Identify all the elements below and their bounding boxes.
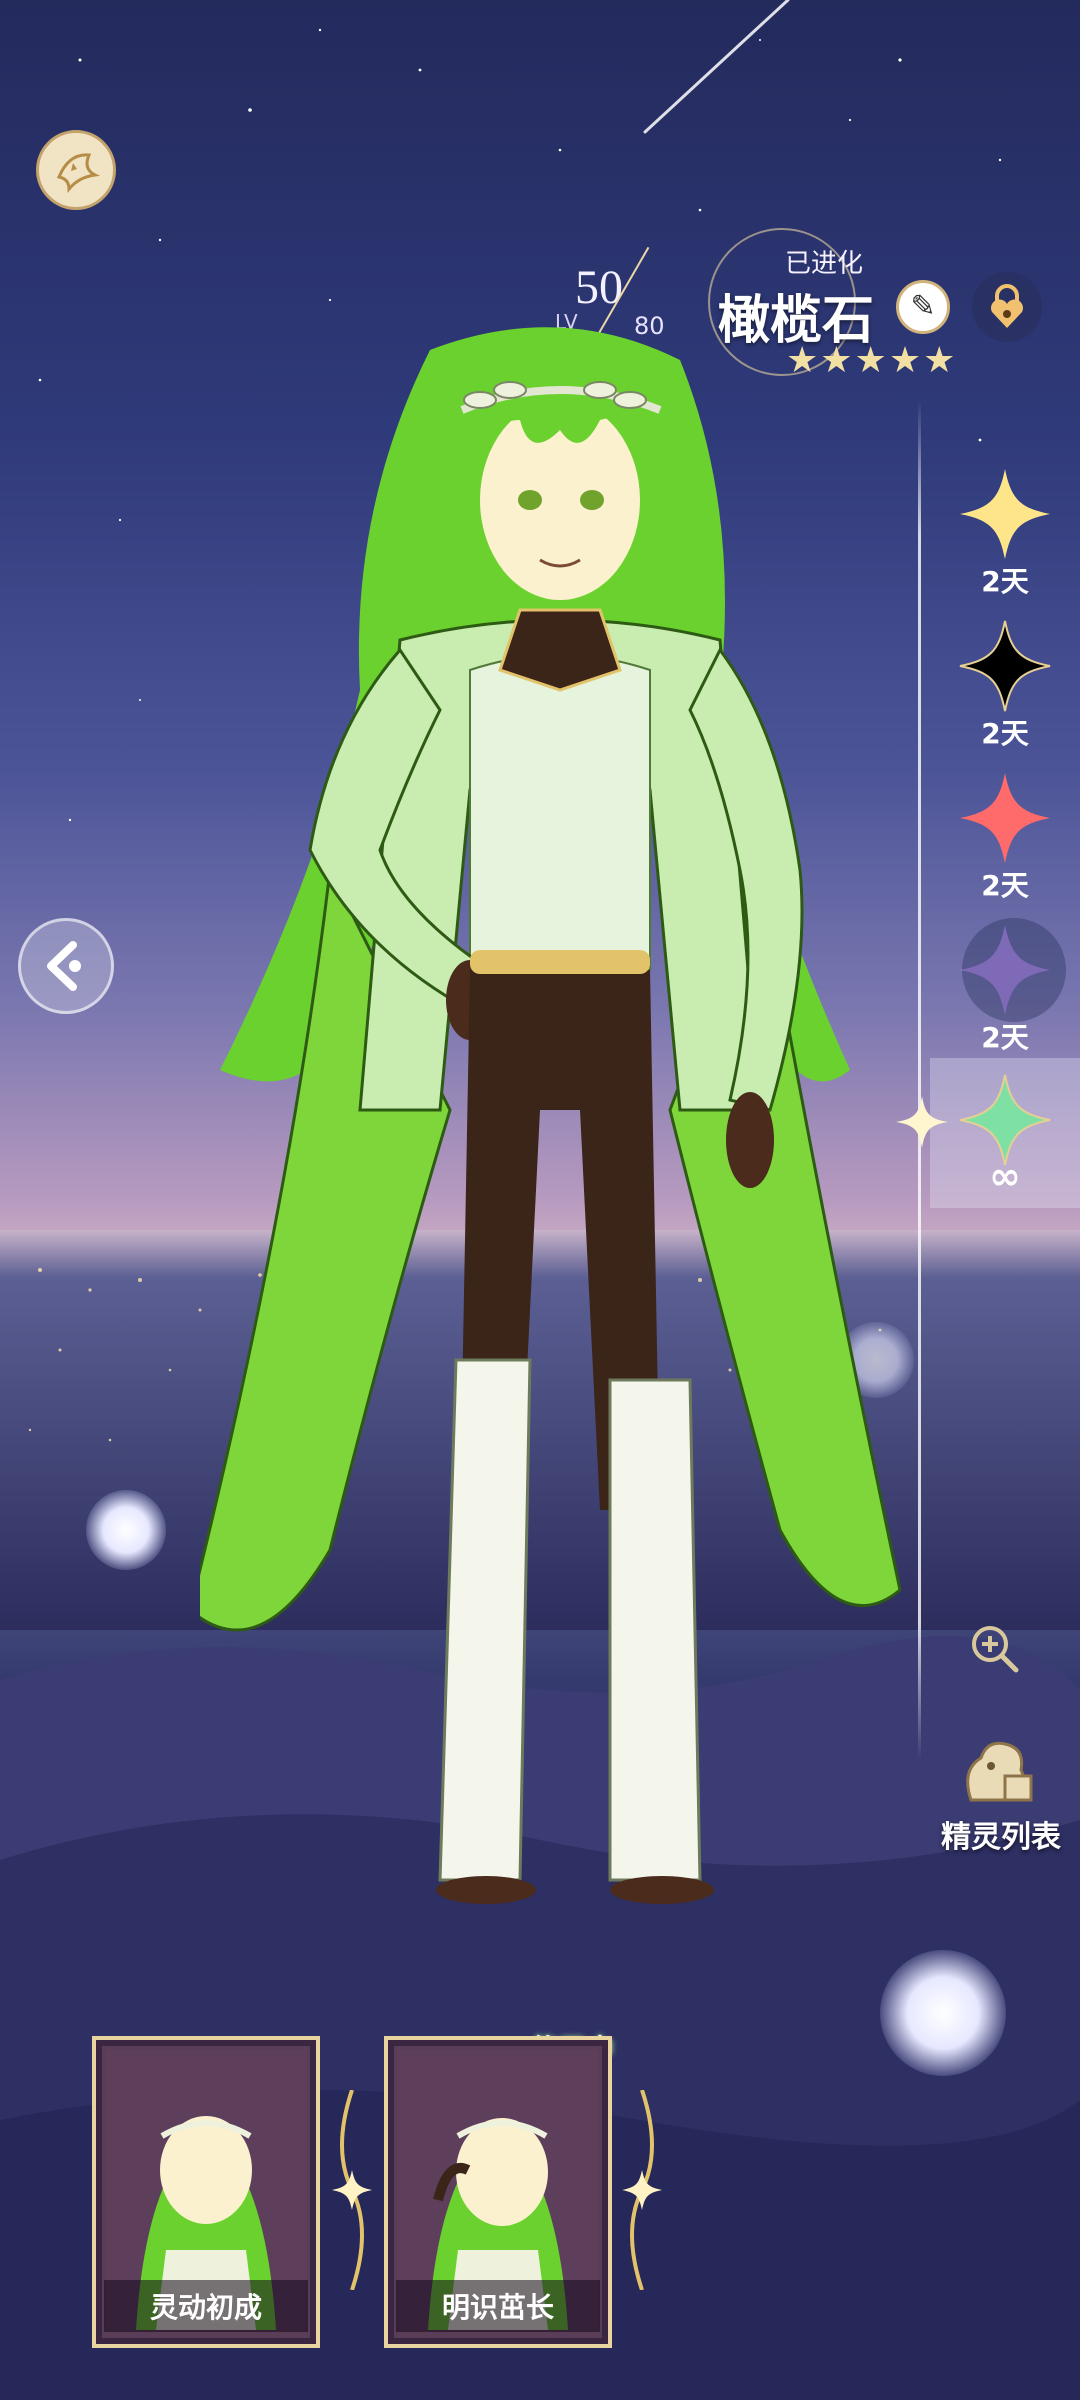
four-point-star-icon [960,469,1050,559]
glow-orb [880,1950,1006,2076]
variant-item-red[interactable]: 2天 [930,764,1080,914]
variant-duration: 2天 [981,717,1029,750]
glow-orb [86,1490,166,1570]
fairy-wing-emblem-icon [56,153,101,194]
skin-card-2-in-use[interactable]: 明识茁长 [384,2036,612,2348]
variant-ring-bg [962,918,1066,1022]
lock-button[interactable] [972,272,1042,342]
evolution-status: 已进化 [785,249,864,279]
variant-duration: 2天 [981,565,1029,598]
heart-lock-icon [991,284,1023,328]
variant-duration: 2天 [981,869,1029,902]
four-point-star-icon [959,620,1051,712]
pet-list-button[interactable]: 精灵列表 [926,1730,1066,1860]
chevron-left-icon [47,941,81,991]
variant-item-green-selected[interactable]: ∞ [930,1058,1080,1208]
current-level: 50 [575,261,623,314]
variant-item-black[interactable]: 2天 [930,612,1080,762]
pet-list-label: 精灵列表 [941,1820,1061,1855]
ornament-divider [332,2090,372,2290]
four-point-star-icon [960,773,1050,863]
zoom-button[interactable] [968,1622,1022,1676]
pet-character-model [200,327,902,1904]
variant-item-yellow[interactable]: 2天 [930,460,1080,610]
pet-list-icon [966,1741,1033,1802]
back-emblem-button[interactable] [36,130,116,210]
skin-name: 灵动初成 [104,2280,308,2332]
variant-duration: ∞ [989,1154,1021,1198]
zoom-in-icon [972,1626,1019,1673]
skin-name: 明识茁长 [396,2280,600,2332]
ornament-divider [622,2090,662,2290]
previous-pet-button[interactable] [18,918,114,1014]
variant-duration: 2天 [981,1021,1029,1054]
skin-card-1[interactable]: 灵动初成 [92,2036,320,2348]
